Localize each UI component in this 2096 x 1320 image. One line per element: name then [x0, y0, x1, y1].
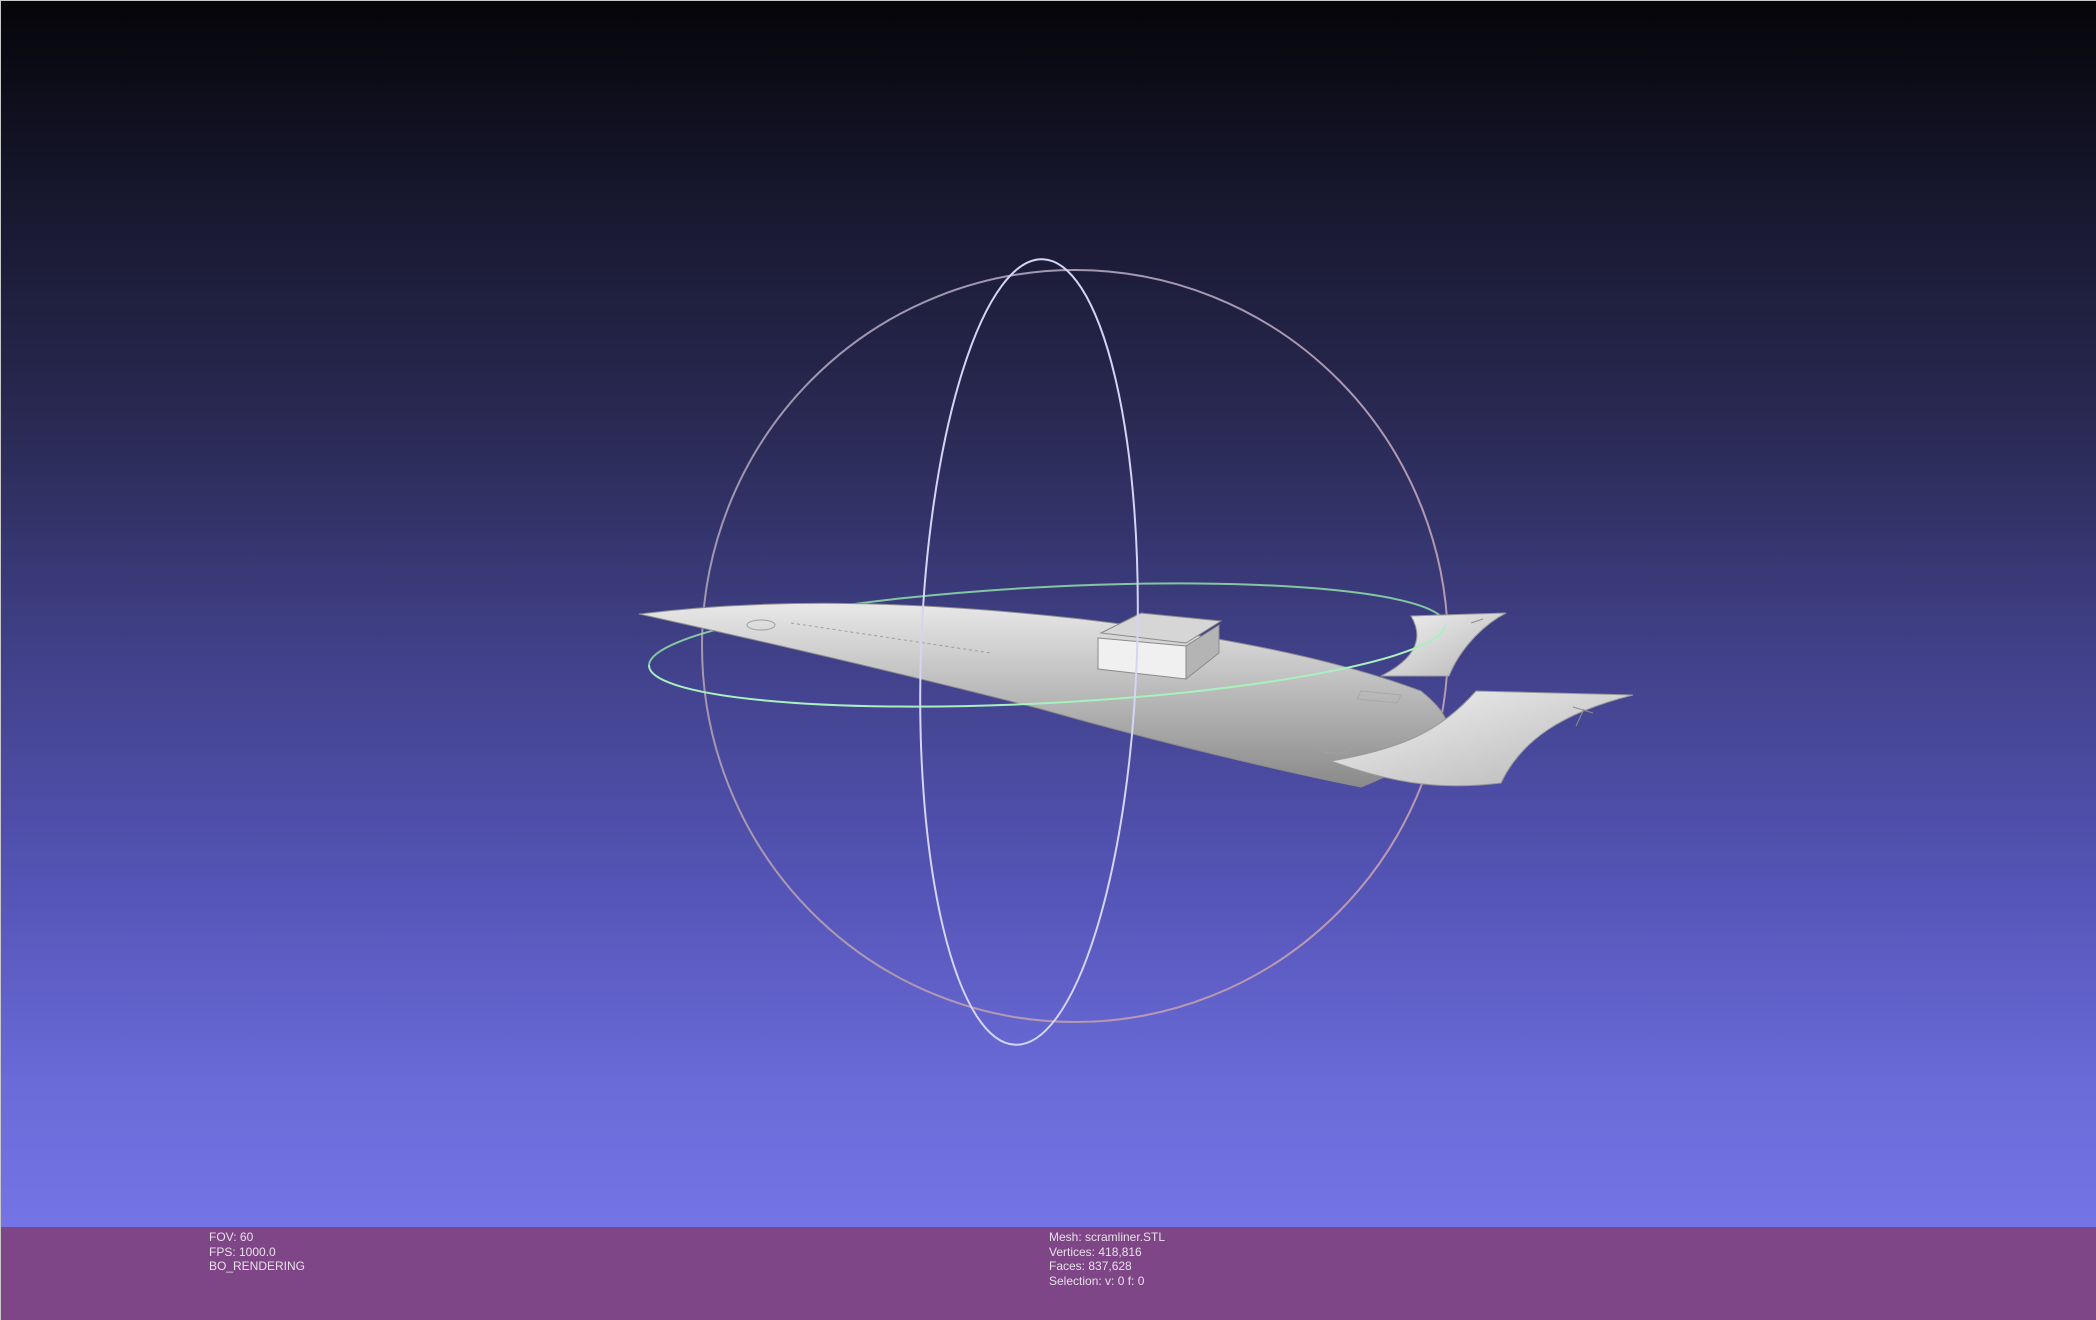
mesh-fuselage	[638, 602, 1449, 788]
render-info-panel: FOV: 60 FPS: 1000.0 BO_RENDERING	[209, 1230, 305, 1274]
fov-label: FOV: 60	[209, 1230, 254, 1244]
render-mode-label: BO_RENDERING	[209, 1259, 306, 1273]
scene-canvas[interactable]	[1, 1, 2096, 1227]
mesh-upper-tail-fin	[1380, 612, 1507, 677]
selection-label: Selection: v: 0 f: 0	[1049, 1273, 1145, 1288]
meshlab-viewer: FOV: 60 FPS: 1000.0 BO_RENDERING Mesh: s…	[0, 0, 2096, 1320]
mesh-name-label: Mesh: scramliner.STL	[1049, 1230, 1166, 1244]
3d-viewport[interactable]	[1, 1, 2096, 1227]
faces-label: Faces: 837,628	[1049, 1259, 1132, 1273]
mesh-info-panel: Mesh: scramliner.STL Vertices: 418,816 F…	[1049, 1230, 1165, 1288]
fps-label: FPS: 1000.0	[209, 1244, 276, 1259]
vertices-label: Vertices: 418,816	[1049, 1244, 1142, 1259]
status-bar: FOV: 60 FPS: 1000.0 BO_RENDERING Mesh: s…	[1, 1227, 2096, 1320]
